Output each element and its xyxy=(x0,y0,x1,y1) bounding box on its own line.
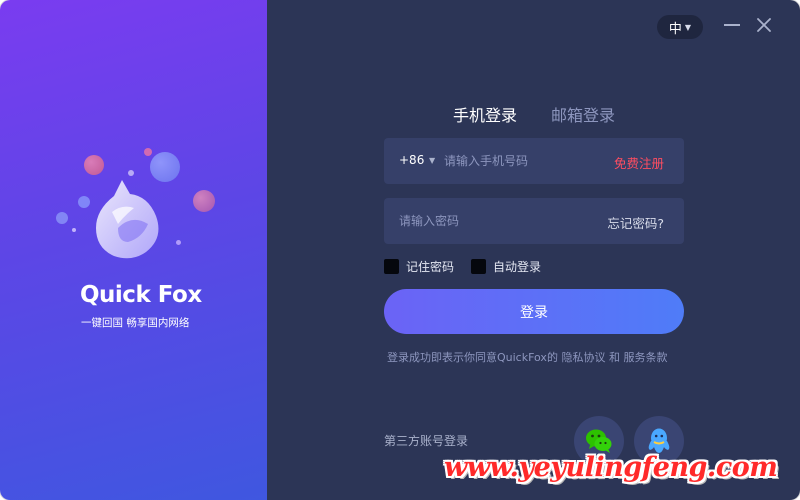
close-icon[interactable] xyxy=(755,16,773,34)
agreement-prefix: 登录成功即表示你同意QuickFox的 xyxy=(387,351,558,364)
decor-bubble xyxy=(176,240,181,245)
agreement-text: 登录成功即表示你同意QuickFox的 隐私协议 和 服务条款 xyxy=(387,349,687,365)
decor-bubble xyxy=(193,190,215,212)
decor-bubble xyxy=(56,212,68,224)
remember-password-option[interactable]: 记住密码 xyxy=(384,258,454,275)
brand-slogan: 一键回国 畅享国内网络 xyxy=(81,317,190,329)
password-input[interactable] xyxy=(399,198,599,244)
chevron-down-icon: ▼ xyxy=(684,22,692,32)
decor-bubble xyxy=(144,148,152,156)
country-code-selector[interactable]: +86 xyxy=(399,153,424,167)
login-panel: 中 ▼ 手机登录 邮箱登录 +86 ▼ 免费注册 忘记密码? 记住密码 自动登录 xyxy=(267,0,800,500)
terms-of-service-link[interactable]: 服务条款 xyxy=(623,351,667,364)
remember-password-label: 记住密码 xyxy=(406,260,455,274)
login-button[interactable]: 登录 xyxy=(384,289,684,334)
chevron-down-icon[interactable]: ▼ xyxy=(429,156,435,165)
decor-bubble xyxy=(72,228,76,232)
tab-email-login[interactable]: 邮箱登录 xyxy=(551,102,615,126)
decor-bubble xyxy=(84,155,104,175)
auto-login-option[interactable]: 自动登录 xyxy=(471,258,541,275)
password-field: 忘记密码? xyxy=(384,198,684,244)
tab-phone-login[interactable]: 手机登录 xyxy=(453,102,517,126)
privacy-policy-link[interactable]: 隐私协议 xyxy=(561,351,605,364)
auto-login-checkbox[interactable] xyxy=(471,259,486,274)
register-link[interactable]: 免费注册 xyxy=(614,153,664,172)
brand-name: Quick Fox xyxy=(80,282,202,308)
fox-logo-icon xyxy=(88,176,174,262)
minimize-icon[interactable] xyxy=(722,17,742,33)
watermark-text: www.yeyulingfeng.com xyxy=(444,452,778,483)
remember-password-checkbox[interactable] xyxy=(384,259,399,274)
brand-panel: Quick Fox 一键回国 畅享国内网络 xyxy=(0,0,267,500)
login-window: Quick Fox 一键回国 畅享国内网络 中 ▼ 手机登录 邮箱登录 +86 … xyxy=(0,0,800,500)
third-party-login-label: 第三方账号登录 xyxy=(384,434,469,448)
language-selector[interactable]: 中 ▼ xyxy=(657,15,703,39)
forgot-password-link[interactable]: 忘记密码? xyxy=(607,213,664,232)
agreement-and: 和 xyxy=(608,351,620,364)
auto-login-label: 自动登录 xyxy=(493,260,542,274)
phone-input[interactable] xyxy=(444,138,604,184)
phone-field: +86 ▼ 免费注册 xyxy=(384,138,684,184)
language-label: 中 xyxy=(668,21,682,37)
